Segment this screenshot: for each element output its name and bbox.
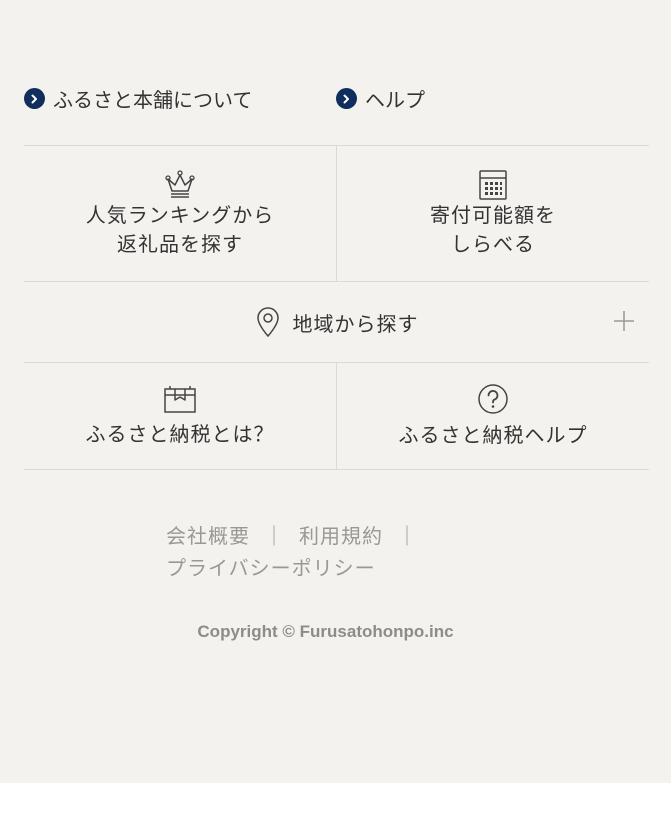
divider: [24, 469, 649, 470]
copyright-text: Copyright © Furusatohonpo.inc: [197, 622, 454, 641]
crown-icon: [165, 169, 195, 198]
link-separator: ｜: [264, 524, 285, 548]
about-furusato-nozei-label: ふるさと納税とは？: [85, 421, 275, 446]
company-info-link[interactable]: 会社概要: [166, 524, 250, 548]
region-search-accordion[interactable]: 地域から探す: [24, 282, 649, 362]
question-circle-icon: [478, 383, 508, 414]
terms-link[interactable]: 利用規約: [299, 524, 383, 548]
site-footer: ふるさと本舗について ヘルプ 人気ランキングから 返礼品を探す 寄付可能額を し…: [0, 0, 671, 783]
donation-limit-menu-label: 寄付可能額を しらべる: [430, 202, 556, 256]
footer-top-links: ふるさと本舗について ヘルプ: [24, 84, 649, 114]
chevron-right-icon: [24, 88, 45, 109]
help-link-label: ヘルプ: [365, 88, 425, 112]
map-pin-icon: [256, 307, 279, 338]
about-furusato-nozei-menu-item[interactable]: ふるさと納税とは？: [24, 363, 336, 469]
about-link-label: ふるさと本舗について: [53, 88, 253, 112]
ranking-menu-label: 人気ランキングから 返礼品を探す: [85, 202, 275, 256]
link-separator: ｜: [397, 524, 418, 548]
about-furusato-honpo-link[interactable]: ふるさと本舗について: [24, 84, 252, 113]
donation-limit-menu-item[interactable]: 寄付可能額を しらべる: [337, 146, 649, 281]
legal-links: 会社概要 ｜ 利用規約 ｜ プライバシーポリシー: [166, 520, 466, 584]
furusato-nozei-help-menu-item[interactable]: ふるさと納税ヘルプ: [337, 363, 649, 469]
ranking-menu-item[interactable]: 人気ランキングから 返礼品を探す: [24, 146, 336, 281]
privacy-policy-link[interactable]: プライバシーポリシー: [166, 556, 376, 580]
chevron-right-icon: [336, 88, 357, 109]
region-search-label: 地域から探す: [292, 311, 419, 336]
calculator-icon: [479, 169, 507, 200]
plus-icon[interactable]: [613, 310, 635, 332]
box-icon: [164, 385, 196, 413]
help-link[interactable]: ヘルプ: [336, 84, 425, 113]
furusato-nozei-help-label: ふるさと納税ヘルプ: [398, 422, 588, 447]
